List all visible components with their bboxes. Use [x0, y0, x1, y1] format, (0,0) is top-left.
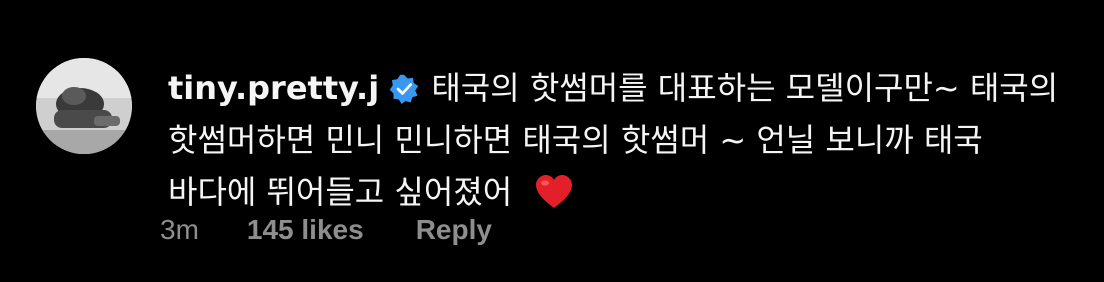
verified-badge-icon — [389, 74, 419, 104]
comment-body: tiny.pretty.j 태국의 핫썸머를 대표하는 모델이구만~ 태국의 핫… — [168, 62, 1068, 218]
comment: tiny.pretty.j 태국의 핫썸머를 대표하는 모델이구만~ 태국의 핫… — [0, 0, 1104, 282]
likes-count[interactable]: 145 likes — [247, 214, 364, 245]
avatar[interactable] — [36, 58, 132, 154]
username-link[interactable]: tiny.pretty.j — [168, 69, 379, 107]
comment-text-block: tiny.pretty.j 태국의 핫썸머를 대표하는 모델이구만~ 태국의 핫… — [168, 62, 1068, 218]
reply-button[interactable]: Reply — [416, 214, 492, 245]
comment-timestamp: 3m — [160, 214, 199, 245]
comment-meta: 3m 145 likes Reply — [160, 212, 492, 248]
profile-avatar-image — [36, 58, 132, 154]
red-heart-emoji — [536, 175, 573, 208]
